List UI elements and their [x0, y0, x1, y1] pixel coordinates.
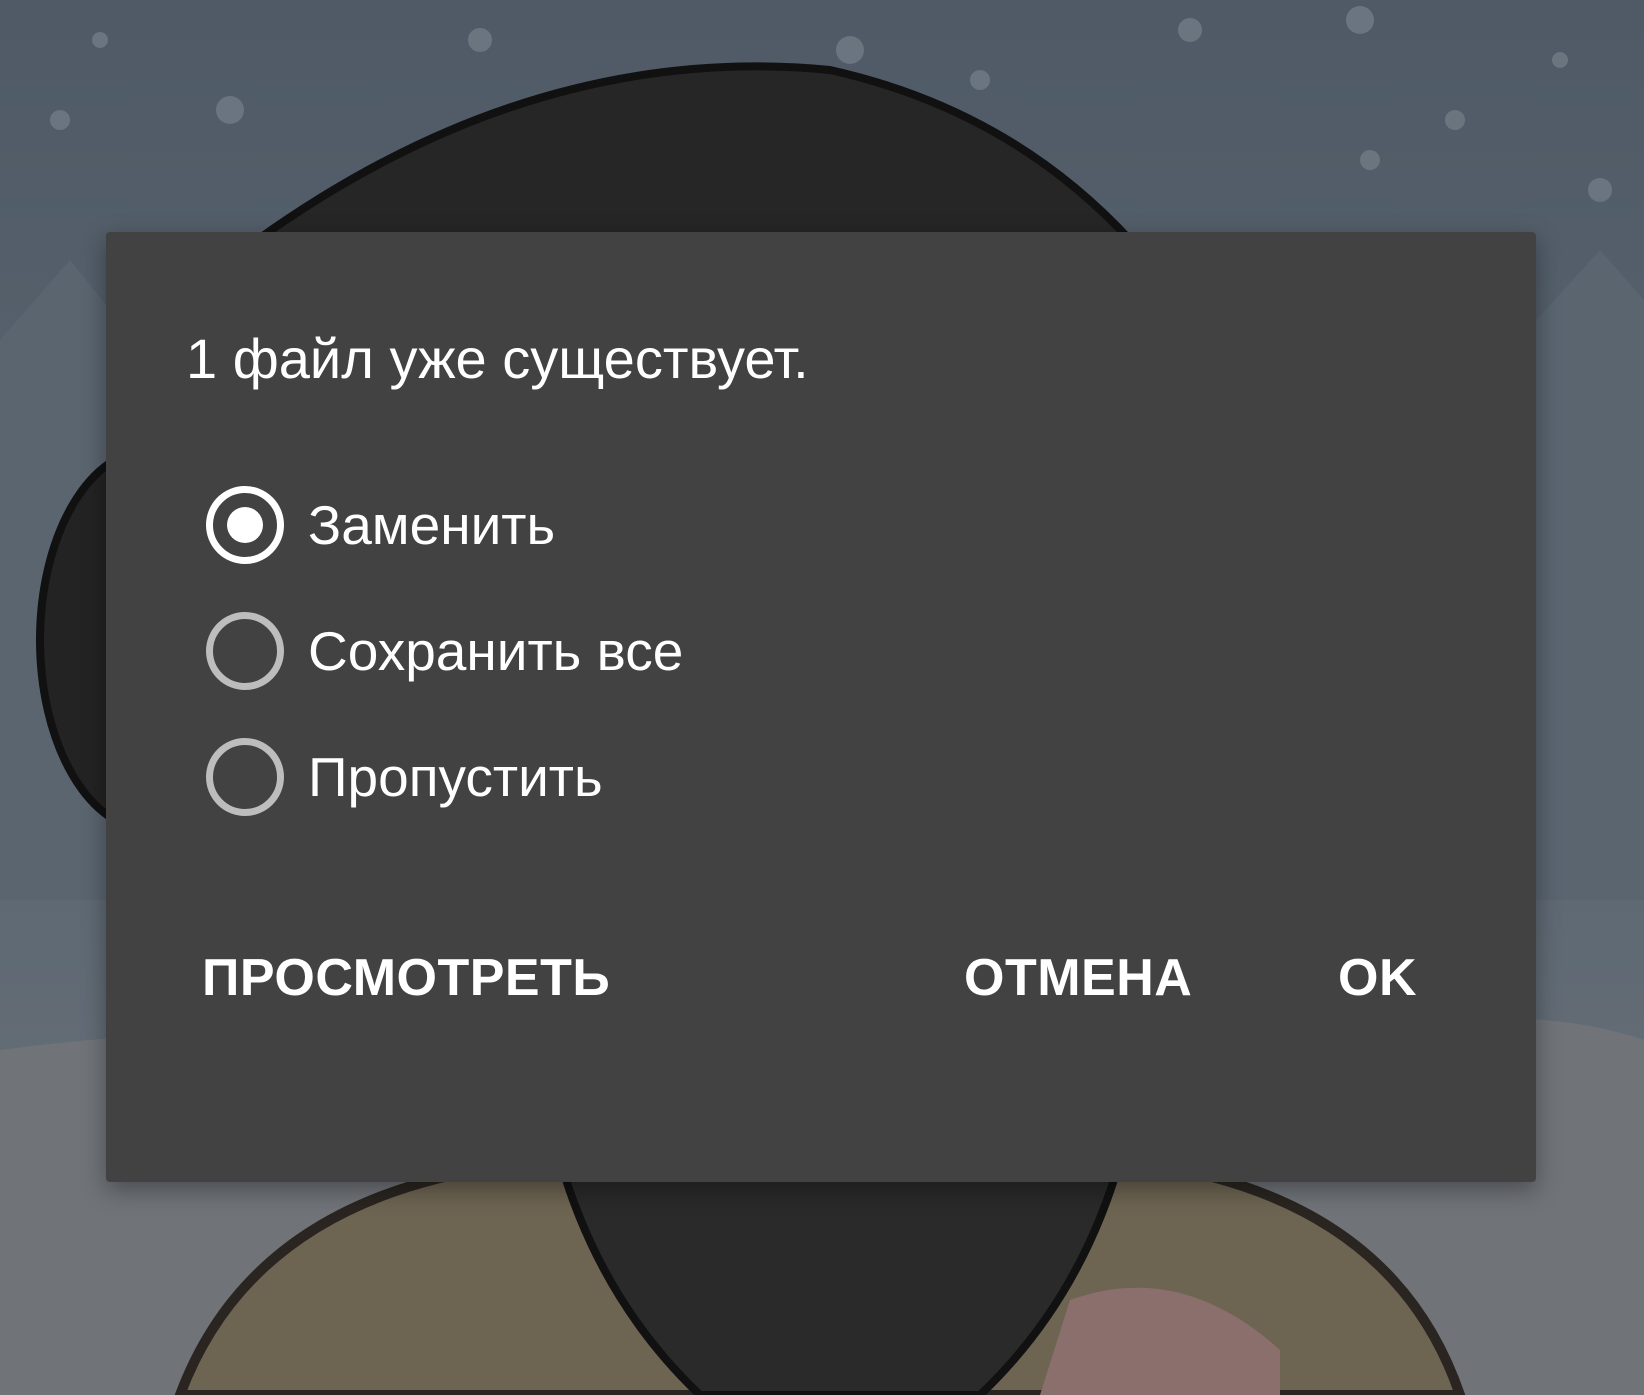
file-exists-dialog: 1 файл уже существует. Заменить Сохранит… [106, 232, 1536, 1182]
radio-unchecked-icon[interactable] [206, 612, 284, 690]
ok-button[interactable]: OK [1322, 934, 1433, 1022]
cancel-button[interactable]: ОТМЕНА [948, 934, 1208, 1022]
option-label: Пропустить [308, 746, 603, 808]
radio-checked-icon[interactable] [206, 486, 284, 564]
option-keep-all[interactable]: Сохранить все [206, 588, 683, 714]
option-skip[interactable]: Пропустить [206, 714, 683, 840]
radio-unchecked-icon[interactable] [206, 738, 284, 816]
option-label: Сохранить все [308, 620, 684, 682]
dialog-title: 1 файл уже существует. [186, 327, 809, 390]
view-button[interactable]: ПРОСМОТРЕТЬ [186, 934, 626, 1022]
option-label: Заменить [308, 494, 556, 556]
option-replace[interactable]: Заменить [206, 462, 683, 588]
conflict-options: Заменить Сохранить все Пропустить [206, 462, 683, 840]
